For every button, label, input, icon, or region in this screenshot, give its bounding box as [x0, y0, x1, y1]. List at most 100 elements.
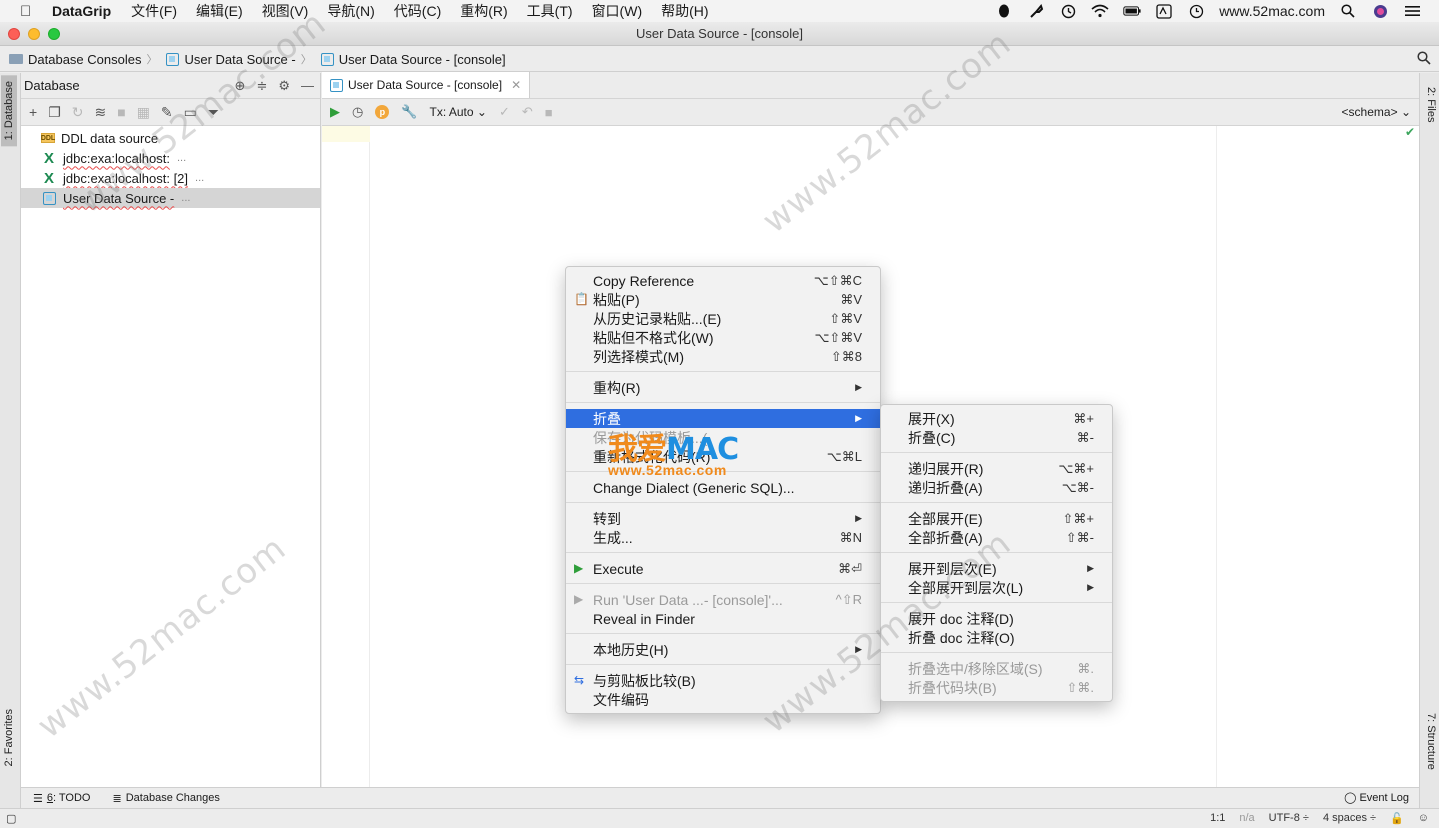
menu-item-collapse[interactable]: 折叠(C) ⌘- [881, 428, 1112, 447]
menu-item-reveal-in-finder[interactable]: Reveal in Finder [566, 609, 880, 628]
app-menu-name[interactable]: DataGrip [52, 3, 111, 19]
menu-tools[interactable]: 工具(T) [527, 1, 573, 21]
indent-setting[interactable]: 4 spaces ÷ [1323, 812, 1376, 825]
siri-icon[interactable] [1371, 3, 1389, 19]
menu-file[interactable]: 文件(F) [131, 1, 177, 21]
rollback-icon[interactable]: ↶ [522, 104, 533, 120]
menu-item-collapse-doc[interactable]: 折叠 doc 注释(O) [881, 628, 1112, 647]
menu-item-column-mode[interactable]: 列选择模式(M) ⇧⌘8 [566, 347, 880, 366]
sync-schema-icon[interactable]: ≋ [94, 104, 106, 121]
menu-view[interactable]: 视图(V) [262, 1, 309, 21]
menu-help[interactable]: 帮助(H) [661, 1, 708, 21]
time-machine-icon[interactable] [1059, 3, 1077, 19]
lock-icon[interactable]: 🔓 [1390, 812, 1404, 825]
menu-item-expand-to-level[interactable]: 展开到层次(E) ▶ [881, 559, 1112, 578]
filter-icon[interactable]: ⏷ [208, 104, 219, 121]
clock-icon[interactable] [1187, 3, 1205, 19]
menu-item-fold-selection[interactable]: 折叠选中/移除区域(S) ⌘. [881, 659, 1112, 678]
tool-tab-structure[interactable]: 7: Structure [1425, 713, 1437, 770]
line-separator[interactable]: n/a [1239, 812, 1254, 825]
tree-node-user-data-source[interactable]: User Data Source - ... [21, 188, 320, 208]
tool-icon[interactable] [1027, 3, 1045, 19]
close-window-button[interactable] [8, 28, 20, 40]
console-sql-icon[interactable]: ▭ [184, 104, 197, 121]
stop-icon[interactable]: ■ [545, 105, 553, 120]
wifi-icon[interactable] [1091, 3, 1109, 19]
menu-item-expand[interactable]: 展开(X) ⌘+ [881, 409, 1112, 428]
menu-item-expand-all[interactable]: 全部展开(E) ⇧⌘+ [881, 509, 1112, 528]
menu-item-generate[interactable]: 生成... ⌘N [566, 528, 880, 547]
hector-icon[interactable]: ☺ [1418, 812, 1429, 825]
add-icon[interactable]: + [29, 104, 37, 120]
tool-tab-files[interactable]: 2: Files [1425, 87, 1437, 122]
refresh-icon[interactable]: ↻ [72, 104, 84, 121]
menu-item-paste-plain[interactable]: 粘贴但不格式化(W) ⌥⇧⌘V [566, 328, 880, 347]
toggle-tool-windows-icon[interactable]: ▢ [6, 812, 16, 825]
menu-item-run-console[interactable]: ▶ Run 'User Data ...- [console]'... ^⇧R [566, 590, 880, 609]
menu-item-folding[interactable]: 折叠 ▶ [566, 409, 880, 428]
hide-panel-icon[interactable]: — [301, 78, 314, 94]
spotlight-search-icon[interactable] [1339, 3, 1357, 19]
tool-tab-event-log[interactable]: ◯ Event Log [1344, 791, 1409, 804]
tree-node-ddl-source[interactable]: DDL DDL data source [21, 128, 320, 148]
collapse-all-icon[interactable]: ≑ [256, 78, 267, 94]
duplicate-icon[interactable]: ❐ [48, 104, 61, 121]
breadcrumb-item-data-source[interactable]: User Data Source - 〉 [166, 51, 316, 67]
qq-icon[interactable] [995, 3, 1013, 19]
history-icon[interactable]: ◷ [352, 104, 363, 120]
transaction-mode-dropdown[interactable]: Tx: Auto ⌄ [430, 105, 487, 119]
caret-position[interactable]: 1:1 [1210, 812, 1225, 825]
tree-node-jdbc-1[interactable]: X jdbc:exa:localhost: ... [21, 148, 320, 168]
zoom-window-button[interactable] [48, 28, 60, 40]
close-icon[interactable]: ✕ [511, 78, 521, 92]
file-encoding[interactable]: UTF-8 ÷ [1269, 812, 1309, 825]
menu-item-compare-clipboard[interactable]: ⇆ 与剪贴板比较(B) [566, 671, 880, 690]
apple-icon[interactable]:  [20, 3, 42, 20]
menu-item-fold-code-block[interactable]: 折叠代码块(B) ⇧⌘. [881, 678, 1112, 697]
menu-window[interactable]: 窗口(W) [592, 1, 643, 21]
menu-item-collapse-all[interactable]: 全部折叠(A) ⇧⌘- [881, 528, 1112, 547]
wrench-icon[interactable]: 🔧 [401, 104, 417, 120]
minimize-window-button[interactable] [28, 28, 40, 40]
menu-item-save-template[interactable]: 保存为代码模板...( [566, 428, 880, 447]
breadcrumb-item-database-consoles[interactable]: Database Consoles 〉 [9, 51, 162, 67]
tool-tab-database-changes[interactable]: ≣ Database Changes [113, 792, 220, 805]
table-icon[interactable]: ▦ [137, 104, 150, 121]
menu-edit[interactable]: 编辑(E) [196, 1, 243, 21]
commit-icon[interactable]: ✓ [499, 104, 510, 120]
battery-icon[interactable] [1123, 3, 1141, 19]
tab-console[interactable]: User Data Source - [console] ✕ [322, 72, 531, 98]
menu-refactor[interactable]: 重构(R) [460, 1, 507, 21]
menu-item-goto[interactable]: 转到 ▶ [566, 509, 880, 528]
menu-item-reformat-code[interactable]: 重新格式化代码(R) ⌥⌘L [566, 447, 880, 466]
menu-item-expand-all-to-level[interactable]: 全部展开到层次(L) ▶ [881, 578, 1112, 597]
gear-icon[interactable]: ⚙ [278, 78, 290, 94]
menu-item-file-encoding[interactable]: 文件编码 [566, 690, 880, 709]
menu-item-collapse-recursive[interactable]: 递归折叠(A) ⌥⌘- [881, 478, 1112, 497]
menu-item-execute[interactable]: ▶ Execute ⌘⏎ [566, 559, 880, 578]
search-everywhere-icon[interactable] [1417, 51, 1431, 68]
menu-item-change-dialect[interactable]: Change Dialect (Generic SQL)... [566, 478, 880, 497]
schema-selector[interactable]: <schema> ⌄ [1342, 105, 1411, 119]
tree-node-jdbc-2[interactable]: X jdbc:exa:localhost: [2] ... [21, 168, 320, 188]
du-icon[interactable] [1155, 3, 1173, 19]
locate-icon[interactable]: ⊕ [235, 78, 246, 94]
menu-item-local-history[interactable]: 本地历史(H) ▶ [566, 640, 880, 659]
breadcrumb-item-console[interactable]: User Data Source - [console] [320, 52, 506, 67]
menu-item-paste[interactable]: 📋 粘贴(P) ⌘V [566, 290, 880, 309]
menu-code[interactable]: 代码(C) [394, 1, 441, 21]
menu-item-copy-reference[interactable]: Copy Reference ⌥⇧⌘C [566, 271, 880, 290]
tool-tab-database[interactable]: 1: Database [1, 75, 17, 147]
menu-item-paste-from-history[interactable]: 从历史记录粘贴...(E) ⇧⌘V [566, 309, 880, 328]
stop-icon[interactable]: ■ [117, 104, 125, 120]
edit-icon[interactable]: ✎ [161, 104, 173, 121]
execute-icon[interactable]: ▶ [330, 104, 340, 120]
menu-item-refactor[interactable]: 重构(R) ▶ [566, 378, 880, 397]
menu-item-expand-doc[interactable]: 展开 doc 注释(D) [881, 609, 1112, 628]
tool-tab-favorites[interactable]: 2: Favorites [1, 703, 17, 772]
tool-tab-todo[interactable]: ☰ 6: TODO [33, 792, 91, 805]
parameters-icon[interactable]: p [375, 105, 390, 119]
notification-center-icon[interactable] [1403, 3, 1421, 19]
menu-navigate[interactable]: 导航(N) [327, 1, 374, 21]
menu-item-expand-recursive[interactable]: 递归展开(R) ⌥⌘+ [881, 459, 1112, 478]
